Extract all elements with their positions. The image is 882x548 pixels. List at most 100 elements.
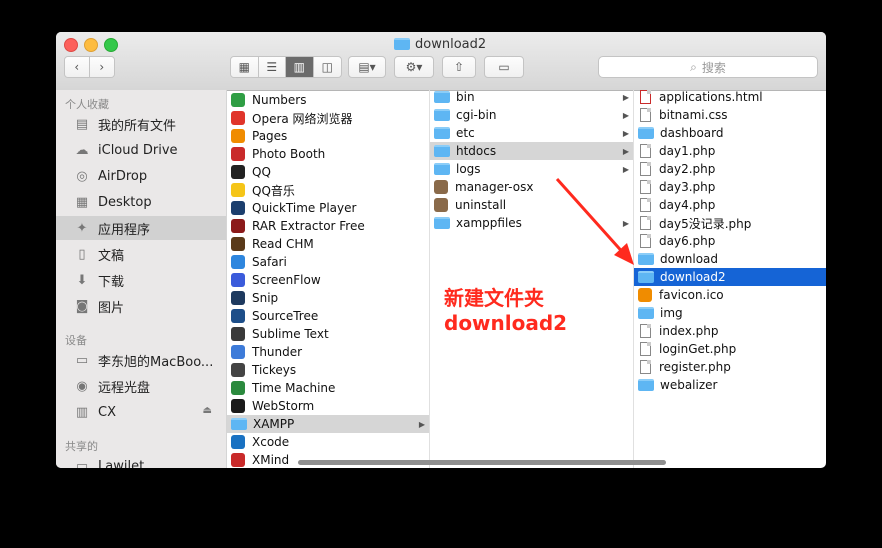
gear-icon: ⚙▾ [405, 60, 423, 74]
minimize-button[interactable] [84, 38, 98, 52]
list-item[interactable]: bin ▶ [430, 90, 633, 106]
folder-alias-icon [434, 127, 450, 139]
list-item[interactable]: ScreenFlow [227, 271, 429, 289]
list-item[interactable]: Photo Booth [227, 145, 429, 163]
columns-icon: ▥ [293, 60, 305, 74]
sidebar-item-all-files[interactable]: ▤ 我的所有文件 [56, 112, 226, 136]
sidebar-item-downloads[interactable]: ⬇ 下载 [56, 268, 226, 292]
folder-alias-icon [434, 217, 450, 229]
list-item[interactable]: Opera 网络浏览器 [227, 109, 429, 127]
documents-icon: ▯ [78, 246, 86, 262]
folder-alias-icon [434, 145, 450, 157]
sidebar: 个人收藏 ▤ 我的所有文件 ☁ iCloud Drive ◎ AirDrop ▦… [56, 90, 227, 468]
list-item[interactable]: applications.html [634, 90, 826, 106]
list-item[interactable]: WebStorm [227, 397, 429, 415]
sidebar-item-documents[interactable]: ▯ 文稿 [56, 242, 226, 266]
action-button[interactable]: ⚙▾ [394, 56, 434, 78]
list-item[interactable]: index.php [634, 322, 826, 340]
list-item[interactable]: day1.php [634, 142, 826, 160]
folder-alias-icon [434, 91, 450, 103]
horizontal-scrollbar[interactable] [298, 460, 666, 465]
document-icon [640, 180, 651, 194]
list-item[interactable]: download2 [634, 268, 826, 286]
list-item[interactable]: loginGet.php [634, 340, 826, 358]
list-item-label: Xcode [252, 435, 290, 449]
list-item[interactable]: day4.php [634, 196, 826, 214]
sidebar-item-desktop[interactable]: ▦ Desktop [56, 190, 226, 214]
list-item[interactable]: XAMPP ▶ [227, 415, 429, 433]
sidebar-item-remote-disc[interactable]: ◉ 远程光盘 [56, 374, 226, 398]
list-item[interactable]: day6.php [634, 232, 826, 250]
list-item[interactable]: favicon.ico [634, 286, 826, 304]
coverflow-icon: ◫ [321, 60, 333, 74]
list-item[interactable]: webalizer [634, 376, 826, 394]
list-item[interactable]: manager-osx [430, 178, 633, 196]
list-item[interactable]: logs ▶ [430, 160, 633, 178]
list-item[interactable]: uninstall [430, 196, 633, 214]
list-item[interactable]: Tickeys [227, 361, 429, 379]
list-item[interactable]: Numbers [227, 91, 429, 109]
list-item-label: Tickeys [252, 363, 297, 377]
sidebar-item-macbook[interactable]: ▭ 李东旭的MacBoo... [56, 348, 226, 372]
app-icon [434, 198, 448, 212]
list-item[interactable]: htdocs ▶ [430, 142, 633, 160]
list-item[interactable]: day2.php [634, 160, 826, 178]
list-item[interactable]: Snip [227, 289, 429, 307]
arrange-icon: ▤▾ [358, 60, 376, 74]
finder-window: download2 ‹ › ▦ ☰ ▥ ◫ ▤▾ ⚙▾ ⇧ ▭ ⌕ 搜索 个人收… [56, 32, 826, 468]
list-item[interactable]: Read CHM [227, 235, 429, 253]
forward-button[interactable]: › [89, 57, 114, 77]
eject-icon[interactable]: ⏏ [203, 405, 212, 416]
list-item[interactable]: Pages [227, 127, 429, 145]
sidebar-item-applications[interactable]: ✦ 应用程序 [56, 216, 226, 240]
sidebar-item-cx[interactable]: ▥ CX ⏏ [56, 400, 226, 424]
tags-button[interactable]: ▭ [484, 56, 524, 78]
list-item-label: uninstall [455, 198, 507, 212]
list-item[interactable]: QuickTime Player [227, 199, 429, 217]
list-item[interactable]: SourceTree [227, 307, 429, 325]
list-view-button[interactable]: ☰ [258, 57, 286, 77]
zoom-button[interactable] [104, 38, 118, 52]
app-icon [231, 435, 245, 449]
list-item[interactable]: Time Machine [227, 379, 429, 397]
list-item[interactable]: RAR Extractor Free [227, 217, 429, 235]
list-item[interactable]: img [634, 304, 826, 322]
sidebar-item-icloud[interactable]: ☁ iCloud Drive [56, 138, 226, 162]
list-item[interactable]: Xcode [227, 433, 429, 451]
share-button[interactable]: ⇧ [442, 56, 476, 78]
list-item[interactable]: Safari [227, 253, 429, 271]
list-item[interactable]: QQ [227, 163, 429, 181]
list-item[interactable]: xamppfiles ▶ [430, 214, 633, 232]
network-icon: ▭ [75, 458, 89, 469]
share-icon: ⇧ [453, 60, 465, 74]
search-field[interactable]: ⌕ 搜索 [598, 56, 818, 78]
column-view-button[interactable]: ▥ [286, 57, 314, 77]
back-button[interactable]: ‹ [65, 57, 90, 77]
icon-view-button[interactable]: ▦ [231, 57, 259, 77]
list-item[interactable]: download [634, 250, 826, 268]
list-item[interactable]: day5没记录.php [634, 214, 826, 232]
list-item[interactable]: dashboard [634, 124, 826, 142]
list-item[interactable]: cgi-bin ▶ [430, 106, 633, 124]
sidebar-item-airdrop[interactable]: ◎ AirDrop [56, 164, 226, 188]
search-icon: ⌕ [690, 59, 697, 74]
list-item[interactable]: QQ音乐 [227, 181, 429, 199]
document-icon [640, 234, 651, 248]
list-item[interactable]: register.php [634, 358, 826, 376]
close-button[interactable] [64, 38, 78, 52]
list-item-label: logs [456, 162, 481, 176]
list-item-label: register.php [659, 360, 731, 374]
document-icon [640, 108, 651, 122]
coverflow-view-button[interactable]: ◫ [313, 57, 341, 77]
sidebar-item-lawilet[interactable]: ▭ Lawilet [56, 454, 226, 469]
sidebar-item-pictures[interactable]: ◙ 图片 [56, 294, 226, 318]
list-item[interactable]: Sublime Text [227, 325, 429, 343]
app-icon [231, 183, 245, 197]
list-item[interactable]: Thunder [227, 343, 429, 361]
list-item[interactable]: etc ▶ [430, 124, 633, 142]
list-item[interactable]: day3.php [634, 178, 826, 196]
disclosure-arrow-icon: ▶ [622, 164, 629, 174]
app-icon [231, 309, 245, 323]
list-item[interactable]: bitnami.css [634, 106, 826, 124]
arrange-button[interactable]: ▤▾ [348, 56, 386, 78]
